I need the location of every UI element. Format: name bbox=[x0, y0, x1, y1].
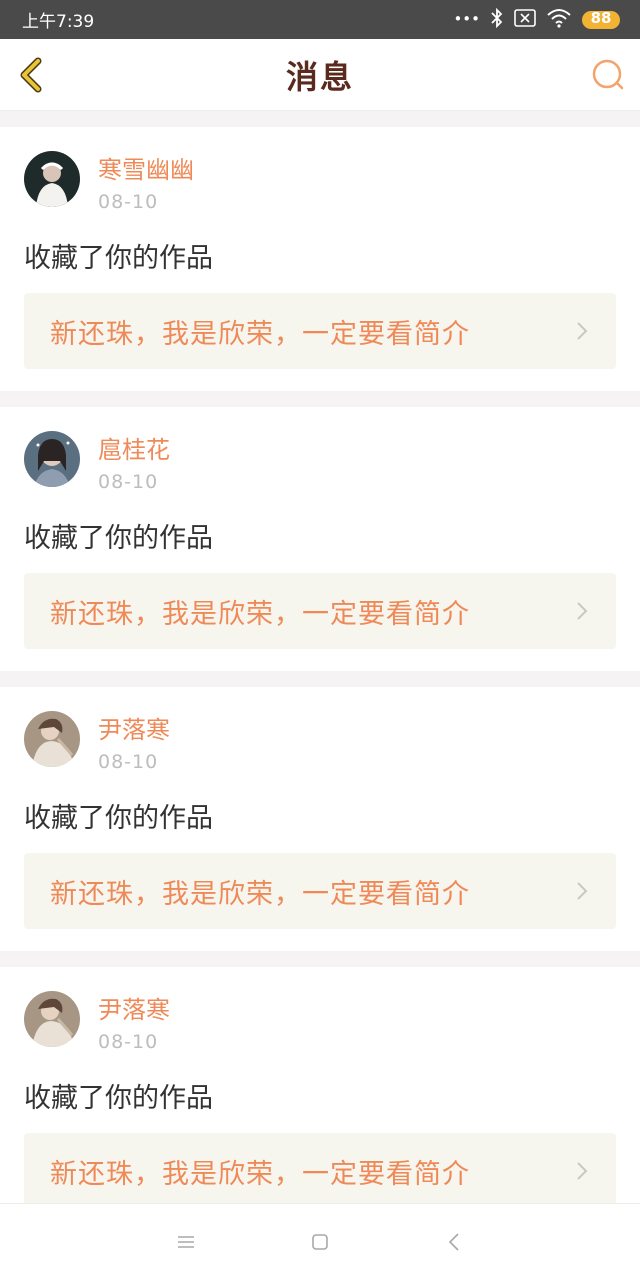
message-action: 收藏了你的作品 bbox=[24, 243, 213, 274]
message-date: 08-10 bbox=[98, 1031, 159, 1053]
user-meta: 尹落寒 08-10 bbox=[98, 711, 170, 773]
back-button[interactable] bbox=[14, 55, 54, 95]
user-meta: 扈桂花 08-10 bbox=[98, 431, 170, 493]
message-action: 收藏了你的作品 bbox=[24, 803, 213, 834]
chevron-right-icon bbox=[577, 1162, 588, 1180]
avatar[interactable] bbox=[24, 151, 80, 207]
menu-icon bbox=[178, 1236, 194, 1248]
system-nav-bar bbox=[0, 1203, 640, 1280]
system-back-button[interactable] bbox=[442, 1230, 466, 1254]
user-meta: 尹落寒 08-10 bbox=[98, 991, 170, 1053]
work-link[interactable]: 新还珠，我是欣荣，一定要看简介 bbox=[24, 573, 616, 649]
message-date: 08-10 bbox=[98, 191, 159, 213]
battery-icon: 88 bbox=[582, 10, 620, 29]
wifi-icon bbox=[546, 8, 572, 31]
menu-button[interactable] bbox=[174, 1230, 198, 1254]
message-user-row: 尹落寒 08-10 bbox=[24, 991, 616, 1061]
message-card: 扈桂花 08-10 收藏了你的作品 新还珠，我是欣荣，一定要看简介 bbox=[0, 407, 640, 671]
avatar[interactable] bbox=[24, 431, 80, 487]
message-action: 收藏了你的作品 bbox=[24, 523, 213, 554]
message-date: 08-10 bbox=[98, 471, 159, 493]
home-square-icon bbox=[312, 1234, 328, 1250]
chevron-right-icon bbox=[577, 322, 588, 340]
message-user-row: 寒雪幽幽 08-10 bbox=[24, 151, 616, 221]
message-date: 08-10 bbox=[98, 751, 159, 773]
status-icons: ••• 88 bbox=[453, 7, 620, 31]
search-button[interactable] bbox=[590, 57, 626, 93]
username[interactable]: 扈桂花 bbox=[98, 435, 170, 465]
user-meta: 寒雪幽幽 08-10 bbox=[98, 151, 194, 213]
username[interactable]: 尹落寒 bbox=[98, 715, 170, 745]
status-time: 上午7:39 bbox=[22, 12, 95, 32]
message-user-row: 扈桂花 08-10 bbox=[24, 431, 616, 501]
work-link[interactable]: 新还珠，我是欣荣，一定要看简介 bbox=[24, 1133, 616, 1209]
search-icon bbox=[592, 59, 624, 90]
work-title: 新还珠，我是欣荣，一定要看简介 bbox=[50, 318, 470, 350]
home-button[interactable] bbox=[308, 1230, 332, 1254]
status-bar: 上午7:39 ••• 88 bbox=[0, 0, 640, 39]
chevron-right-icon bbox=[577, 882, 588, 900]
work-link[interactable]: 新还珠，我是欣荣，一定要看简介 bbox=[24, 853, 616, 929]
message-card: 尹落寒 08-10 收藏了你的作品 新还珠，我是欣荣，一定要看简介 bbox=[0, 687, 640, 951]
work-title: 新还珠，我是欣荣，一定要看简介 bbox=[50, 598, 470, 630]
avatar[interactable] bbox=[24, 711, 80, 767]
back-triangle-icon bbox=[448, 1233, 459, 1251]
message-card: 寒雪幽幽 08-10 收藏了你的作品 新还珠，我是欣荣，一定要看简介 bbox=[0, 127, 640, 391]
work-link[interactable]: 新还珠，我是欣荣，一定要看简介 bbox=[24, 293, 616, 369]
chevron-right-icon bbox=[577, 602, 588, 620]
message-action: 收藏了你的作品 bbox=[24, 1083, 213, 1114]
more-dots-icon: ••• bbox=[453, 10, 480, 28]
bluetooth-icon bbox=[490, 7, 504, 31]
page-title: 消息 bbox=[285, 57, 354, 96]
work-title: 新还珠，我是欣荣，一定要看简介 bbox=[50, 878, 470, 910]
chevron-left-icon bbox=[20, 57, 42, 93]
message-list: 寒雪幽幽 08-10 收藏了你的作品 新还珠，我是欣荣，一定要看简介 扈桂花 0… bbox=[0, 111, 640, 1231]
work-title: 新还珠，我是欣荣，一定要看简介 bbox=[50, 1158, 470, 1190]
avatar[interactable] bbox=[24, 991, 80, 1047]
username[interactable]: 寒雪幽幽 bbox=[98, 155, 194, 185]
message-user-row: 尹落寒 08-10 bbox=[24, 711, 616, 781]
message-card: 尹落寒 08-10 收藏了你的作品 新还珠，我是欣荣，一定要看简介 bbox=[0, 967, 640, 1231]
notification-icon bbox=[514, 9, 536, 30]
username[interactable]: 尹落寒 bbox=[98, 995, 170, 1025]
app-header: 消息 bbox=[0, 39, 640, 111]
